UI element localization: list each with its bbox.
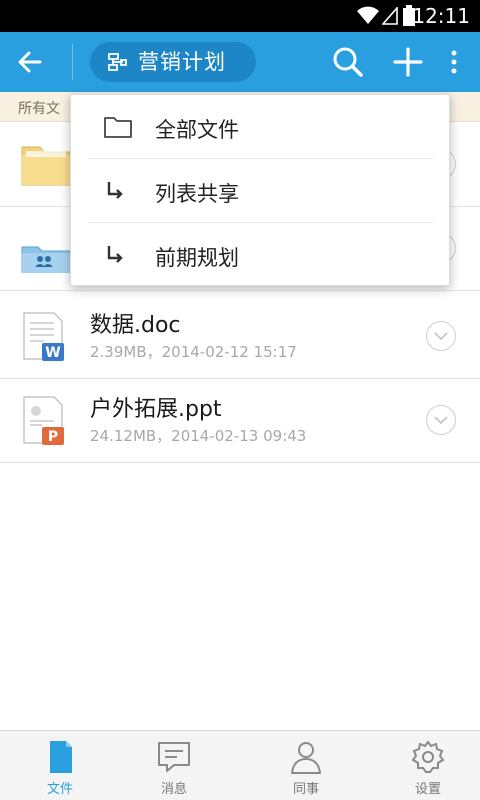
svg-text:P: P (48, 429, 58, 445)
folder-outline-icon (104, 117, 132, 138)
powerpoint-document-icon: P (23, 396, 64, 445)
folder-icon (21, 146, 71, 186)
sub-arrow-icon (107, 246, 123, 263)
tab-label: 设置 (414, 782, 441, 797)
sub-arrow-icon (107, 182, 123, 199)
tab-files[interactable]: 文件 (0, 731, 120, 800)
group-title-pill[interactable]: 营销计划 (90, 42, 256, 82)
more-vert-icon[interactable] (444, 44, 464, 80)
menu-item-label: 前期规划 (155, 246, 239, 270)
file-name: 户外拓展.ppt (90, 397, 222, 422)
group-icon (108, 53, 127, 71)
toolbar: 营销计划 (0, 32, 480, 92)
add-icon[interactable] (390, 44, 426, 80)
tab-label: 消息 (160, 782, 187, 797)
svg-text:W: W (45, 345, 60, 361)
expand-button[interactable] (426, 405, 456, 435)
tab-label: 同事 (292, 782, 319, 797)
signal-icon (382, 7, 398, 25)
tab-settings[interactable]: 设置 (368, 731, 480, 800)
breadcrumb-text[interactable]: 所有文 (18, 98, 60, 118)
chevron-down-icon (434, 416, 448, 425)
menu-item-all-files[interactable]: 全部文件 (71, 95, 451, 158)
tab-colleagues[interactable]: 同事 (246, 731, 366, 800)
file-meta: 2.39MB，2014-02-12 15:17 (90, 343, 297, 361)
page-title: 营销计划 (138, 50, 226, 74)
message-icon (158, 742, 190, 772)
menu-item-label: 全部文件 (155, 118, 239, 142)
shared-folder-icon (21, 246, 71, 273)
back-arrow-icon[interactable] (14, 46, 46, 78)
tab-label: 文件 (46, 782, 73, 797)
list-item-ppt-file[interactable]: P 户外拓展.ppt 24.12MB，2014-02-13 09:43 (0, 379, 480, 463)
word-document-icon: W (23, 312, 64, 361)
colleague-icon (291, 742, 321, 774)
file-meta: 24.12MB，2014-02-13 09:43 (90, 427, 307, 445)
file-name: 数据.doc (90, 313, 181, 338)
status-bar: 12:11 (0, 0, 480, 32)
bottom-nav: 文件 消息 同事 设置 (0, 730, 480, 800)
menu-item-list-share[interactable]: 列表共享 (71, 159, 451, 222)
folder-dropdown-menu: 全部文件 列表共享 前期规划 (70, 94, 450, 286)
file-icon (50, 741, 72, 773)
gear-icon (411, 740, 445, 773)
expand-button[interactable] (426, 321, 456, 351)
menu-item-label: 列表共享 (155, 182, 239, 206)
search-icon[interactable] (330, 44, 366, 80)
toolbar-divider (72, 44, 73, 80)
menu-item-early-planning[interactable]: 前期规划 (71, 223, 451, 286)
tab-messages[interactable]: 消息 (114, 731, 234, 800)
list-item-word-file[interactable]: W 数据.doc 2.39MB，2014-02-12 15:17 (0, 295, 480, 379)
chevron-down-icon (434, 332, 448, 341)
status-time: 12:11 (412, 4, 470, 28)
wifi-icon (357, 6, 379, 24)
